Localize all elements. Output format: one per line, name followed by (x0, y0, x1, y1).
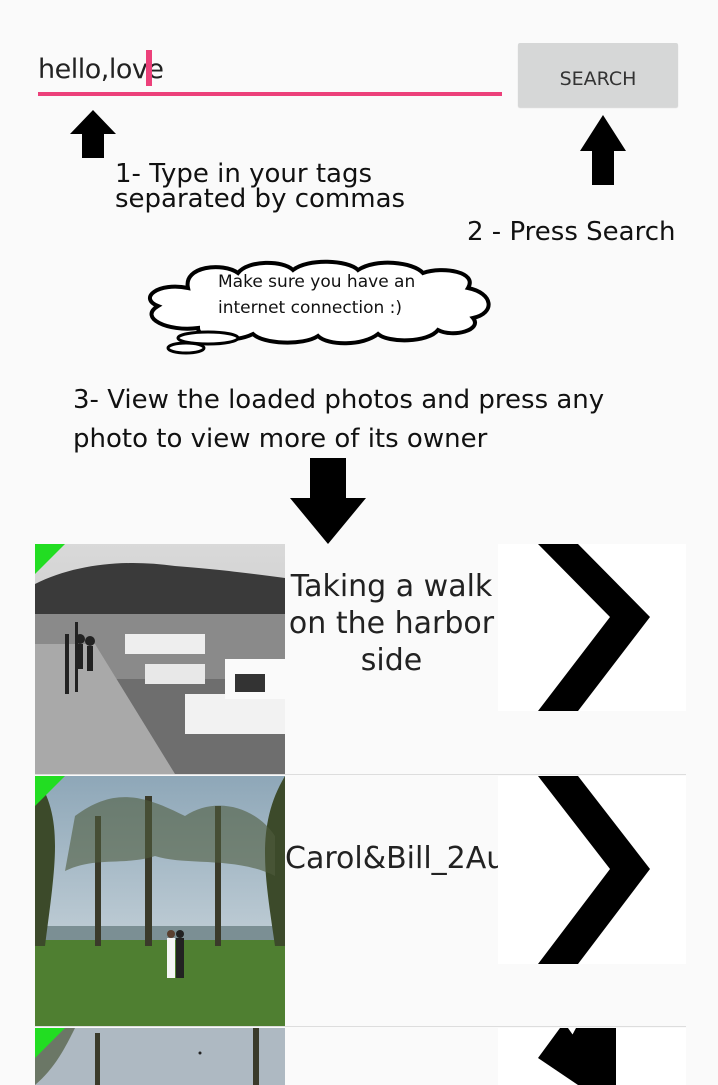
step2-instruction: 2 - Press Search (467, 217, 676, 247)
arrow-down-icon (290, 458, 366, 544)
result-row[interactable] (35, 1028, 686, 1085)
status-badge (35, 1028, 65, 1058)
arrow-up-icon (580, 115, 626, 185)
cloud-message: Make sure you have an internet connectio… (218, 269, 415, 321)
harbor-bw-photo[interactable] (35, 544, 285, 774)
result-title: Carol&Bill_2Aug14_4607 (285, 841, 654, 876)
row-divider (35, 774, 686, 775)
chevron-right-icon (538, 1028, 616, 1085)
status-badge (35, 544, 65, 574)
cloud-line2: internet connection :) (218, 298, 403, 318)
cloud-line1: Make sure you have an (218, 272, 416, 292)
result-row[interactable]: Taking a walk on the harbor side (35, 544, 686, 775)
search-button[interactable]: SEARCH (518, 43, 678, 107)
search-input-underline (38, 92, 502, 96)
chevron-right-icon (538, 776, 650, 964)
row-divider (35, 1026, 686, 1027)
search-field[interactable]: hello,love (38, 44, 502, 96)
open-result-button[interactable] (498, 776, 686, 964)
chevron-right-icon (538, 544, 650, 711)
trees-sky-photo[interactable] (35, 1028, 285, 1085)
open-result-button[interactable] (498, 1028, 686, 1085)
open-result-button[interactable] (498, 544, 686, 711)
result-row[interactable]: Carol&Bill_2Aug14_4607 (35, 776, 686, 1027)
step3-instruction: 3- View the loaded photos and press any … (73, 381, 653, 459)
status-badge (35, 776, 65, 806)
step3-line2: photo to view more of its owner (73, 424, 488, 454)
wedding-park-photo[interactable] (35, 776, 285, 1026)
result-title: Taking a walk on the harbor side (288, 569, 495, 678)
step1-line2: separated by commas (115, 184, 406, 214)
step1-instruction: 1- Type in your tags separated by commas (115, 161, 406, 214)
search-input-text[interactable]: hello,love (38, 54, 164, 85)
step3-line1: 3- View the loaded photos and press any (73, 385, 605, 415)
arrow-up-icon (70, 110, 116, 158)
text-cursor (146, 50, 152, 86)
